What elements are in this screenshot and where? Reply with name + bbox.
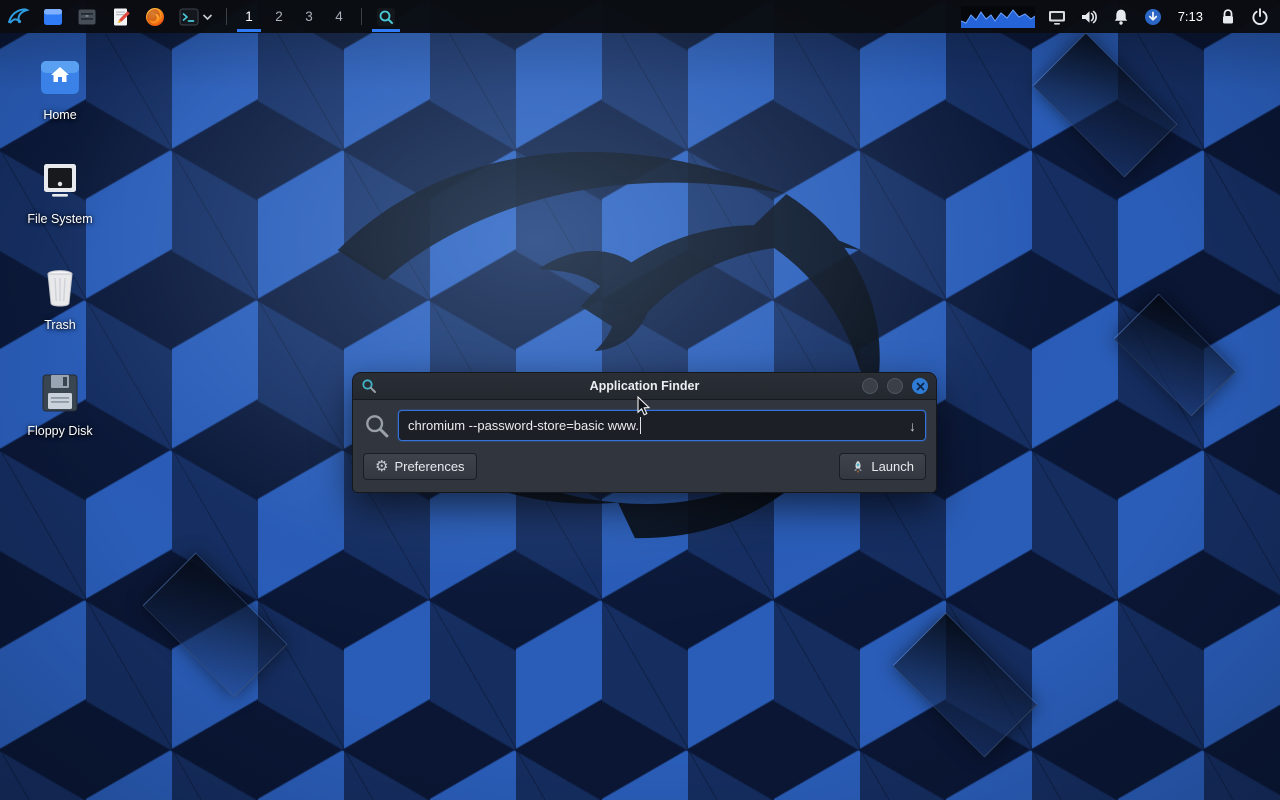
- desktop-icon-label: Floppy Disk: [16, 424, 104, 438]
- text-editor-icon: [110, 6, 132, 28]
- workspace-label: 1: [245, 9, 253, 24]
- system-load-monitor[interactable]: [955, 0, 1041, 33]
- taskbar-application-finder[interactable]: [369, 0, 403, 33]
- clock-text: 7:13: [1178, 9, 1203, 24]
- workspace-3[interactable]: 3: [294, 0, 324, 33]
- search-input-text: chromium --password-store=basic www.: [408, 418, 639, 433]
- desktop-icon-home[interactable]: Home: [16, 56, 104, 122]
- desktop-icon-file-system[interactable]: File System: [16, 160, 104, 226]
- desktop: 1 2 3 4: [0, 0, 1280, 800]
- panel-clock[interactable]: 7:13: [1169, 0, 1212, 33]
- preferences-label: Preferences: [394, 459, 464, 474]
- search-icon: [375, 6, 397, 28]
- launcher-text-editor[interactable]: [104, 0, 138, 33]
- chevron-down-icon: [202, 13, 213, 21]
- launcher-firefox[interactable]: [138, 0, 172, 33]
- text-caret: [640, 417, 642, 434]
- gear-icon: ⚙: [375, 459, 388, 474]
- desktop-icon-trash[interactable]: Trash: [16, 266, 104, 332]
- trash-icon: [38, 266, 82, 308]
- maximize-button[interactable]: [887, 378, 903, 394]
- workspace-label: 4: [335, 9, 343, 24]
- application-finder-window: Application Finder chromium --password: [352, 372, 937, 493]
- mouse-cursor: [637, 396, 651, 417]
- window-controls: [862, 378, 928, 394]
- preferences-button[interactable]: ⚙ Preferences: [363, 453, 477, 480]
- desktop-icon-label: Home: [16, 108, 104, 122]
- tray-session-menu[interactable]: [1244, 0, 1280, 33]
- history-dropdown-icon[interactable]: ↓: [906, 418, 919, 434]
- workspace-label: 2: [275, 9, 283, 24]
- launch-button[interactable]: Launch: [839, 453, 926, 480]
- floppy-disk-icon: [38, 372, 82, 414]
- desktop-icon-floppy-disk[interactable]: Floppy Disk: [16, 372, 104, 438]
- launch-label: Launch: [871, 459, 914, 474]
- firefox-icon: [144, 6, 166, 28]
- workspace-4[interactable]: 4: [324, 0, 354, 33]
- update-icon: [1143, 7, 1163, 27]
- desktop-icon-label: Trash: [16, 318, 104, 332]
- file-system-icon: [38, 160, 82, 202]
- tray-volume[interactable]: [1073, 0, 1105, 33]
- workspace-2[interactable]: 2: [264, 0, 294, 33]
- window-title: Application Finder: [353, 379, 936, 393]
- button-row: ⚙ Preferences Launch: [363, 453, 926, 480]
- home-icon: [38, 56, 82, 98]
- lock-icon: [1218, 7, 1238, 27]
- launcher-terminal[interactable]: [172, 0, 202, 33]
- finder-app-icon: [361, 378, 377, 394]
- workspace-label: 3: [305, 9, 313, 24]
- close-button[interactable]: [912, 378, 928, 394]
- panel-separator: [361, 8, 362, 25]
- bell-icon: [1111, 7, 1131, 27]
- drawer-icon: [76, 6, 98, 28]
- tray-display[interactable]: [1041, 0, 1073, 33]
- close-icon: [916, 382, 925, 391]
- workspace-1[interactable]: 1: [234, 0, 264, 33]
- search-icon: [363, 412, 391, 440]
- file-manager-icon: [42, 6, 64, 28]
- launcher-file-manager[interactable]: [36, 0, 70, 33]
- power-icon: [1250, 7, 1270, 27]
- desktop-icon-label: File System: [16, 212, 104, 226]
- launcher-drawer[interactable]: [70, 0, 104, 33]
- kali-logo-icon: [6, 5, 30, 29]
- tray-lock-screen[interactable]: [1212, 0, 1244, 33]
- kali-menu-button[interactable]: [0, 0, 36, 33]
- terminal-dropdown[interactable]: [202, 0, 219, 33]
- tray-notifications[interactable]: [1105, 0, 1137, 33]
- search-input[interactable]: chromium --password-store=basic www. ↓: [398, 410, 926, 441]
- minimize-button[interactable]: [862, 378, 878, 394]
- launch-rocket-icon: [851, 460, 865, 474]
- tray-updates[interactable]: [1137, 0, 1169, 33]
- cpu-graph: [961, 6, 1035, 28]
- terminal-icon: [178, 6, 200, 28]
- panel-separator: [226, 8, 227, 25]
- top-panel: 1 2 3 4: [0, 0, 1280, 33]
- panel-spacer: [403, 0, 955, 33]
- volume-icon: [1079, 7, 1099, 27]
- display-icon: [1047, 7, 1067, 27]
